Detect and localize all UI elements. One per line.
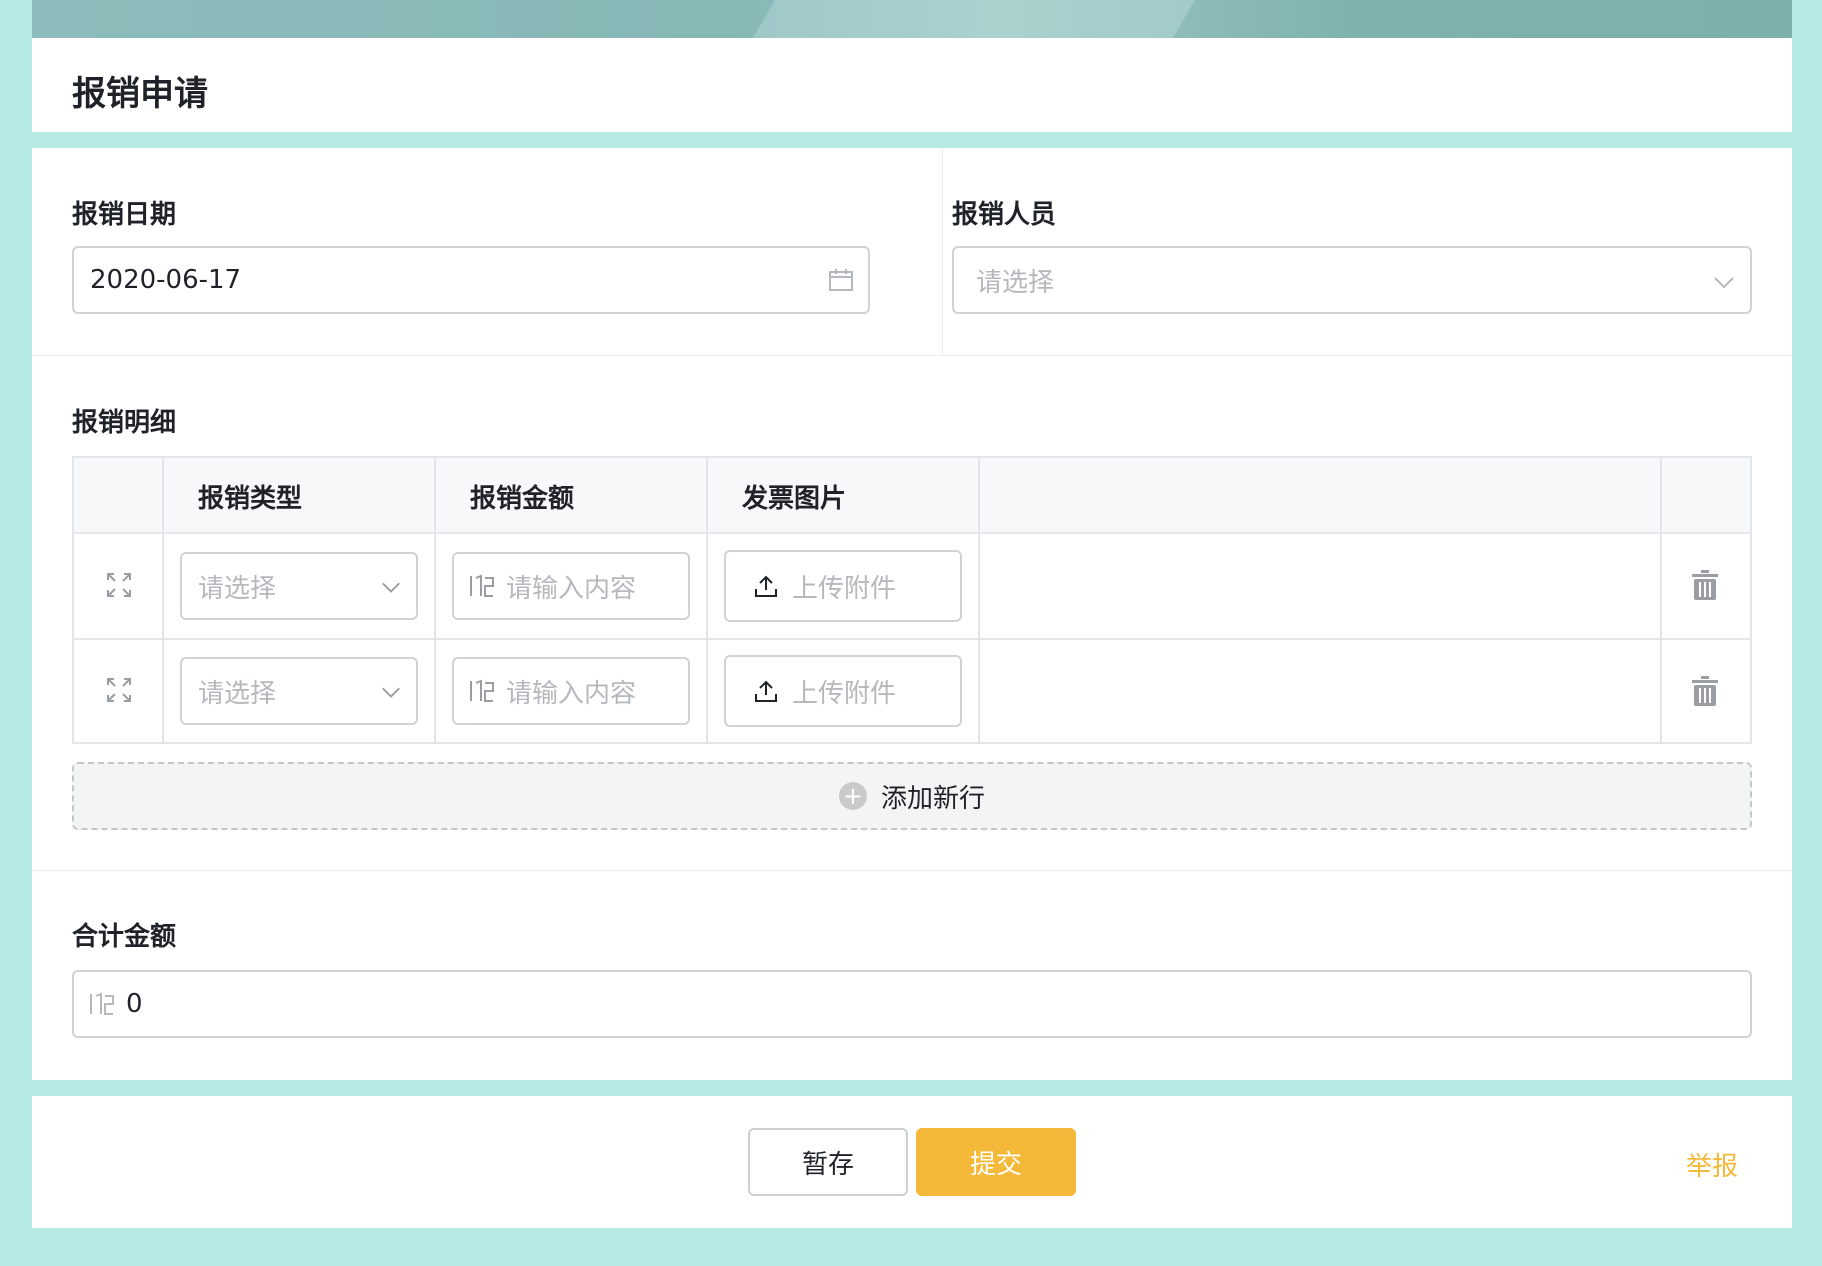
column-divider xyxy=(942,148,943,355)
chevron-down-icon xyxy=(380,681,402,703)
calendar-icon xyxy=(828,267,854,293)
title-card: 报销申请 xyxy=(32,38,1792,132)
plus-circle-icon: + xyxy=(838,782,867,810)
amount-input[interactable]: 请输入内容 xyxy=(452,552,690,620)
expand-icon[interactable] xyxy=(106,677,132,703)
upload-button[interactable]: 上传附件 xyxy=(724,550,962,622)
section-divider xyxy=(32,870,1792,871)
number-icon xyxy=(88,991,116,1017)
column-header-type: 报销类型 xyxy=(198,484,303,514)
person-label: 报销人员 xyxy=(952,200,1057,230)
footer-bar: 暂存 提交 举报 xyxy=(32,1096,1792,1228)
table-row: 请选择 请输入内容 上传附件 xyxy=(74,534,1750,638)
total-value: 0 xyxy=(126,989,143,1019)
table-header: 报销类型 报销金额 发票图片 xyxy=(74,458,1750,534)
type-placeholder: 请选择 xyxy=(198,573,277,604)
report-link[interactable]: 举报 xyxy=(1686,1146,1738,1183)
column-header-amount: 报销金额 xyxy=(470,484,575,514)
trash-icon[interactable] xyxy=(1692,570,1718,600)
type-placeholder: 请选择 xyxy=(198,678,277,709)
type-select[interactable]: 请选择 xyxy=(180,657,418,725)
table-row: 请选择 请输入内容 上传附件 xyxy=(74,640,1750,742)
upload-button[interactable]: 上传附件 xyxy=(724,655,962,727)
amount-input[interactable]: 请输入内容 xyxy=(452,657,690,725)
upload-label: 上传附件 xyxy=(792,678,897,709)
chevron-down-icon xyxy=(1712,270,1736,294)
trash-icon[interactable] xyxy=(1692,676,1718,706)
section-divider xyxy=(32,355,1792,356)
submit-button[interactable]: 提交 xyxy=(916,1128,1076,1196)
save-draft-button[interactable]: 暂存 xyxy=(748,1128,908,1196)
date-label: 报销日期 xyxy=(72,200,177,230)
expand-icon[interactable] xyxy=(106,572,132,598)
add-row-label: 添加新行 xyxy=(880,783,985,814)
details-label: 报销明细 xyxy=(72,408,177,438)
total-label: 合计金额 xyxy=(72,922,177,952)
upload-icon xyxy=(754,574,778,598)
page-title: 报销申请 xyxy=(72,74,208,114)
chevron-down-icon xyxy=(380,576,402,598)
form-card: 报销日期 2020-06-17 报销人员 请选择 报销明细 报销类型 报销金额 … xyxy=(32,148,1792,1080)
date-value: 2020-06-17 xyxy=(90,265,242,295)
type-select[interactable]: 请选择 xyxy=(180,552,418,620)
add-row-button[interactable]: + 添加新行 xyxy=(72,762,1752,830)
upload-icon xyxy=(754,679,778,703)
number-icon xyxy=(468,573,496,599)
amount-placeholder: 请输入内容 xyxy=(506,573,637,604)
column-header-invoice: 发票图片 xyxy=(742,484,847,514)
amount-placeholder: 请输入内容 xyxy=(506,678,637,709)
person-select[interactable]: 请选择 xyxy=(952,246,1752,314)
number-icon xyxy=(468,678,496,704)
details-table: 报销类型 报销金额 发票图片 请选择 请输入内容 上传附件 请选择 请输入内容 … xyxy=(72,456,1752,744)
date-picker[interactable]: 2020-06-17 xyxy=(72,246,870,314)
header-banner xyxy=(32,0,1792,38)
total-amount-input[interactable]: 0 xyxy=(72,970,1752,1038)
person-placeholder: 请选择 xyxy=(976,267,1055,298)
upload-label: 上传附件 xyxy=(792,573,897,604)
